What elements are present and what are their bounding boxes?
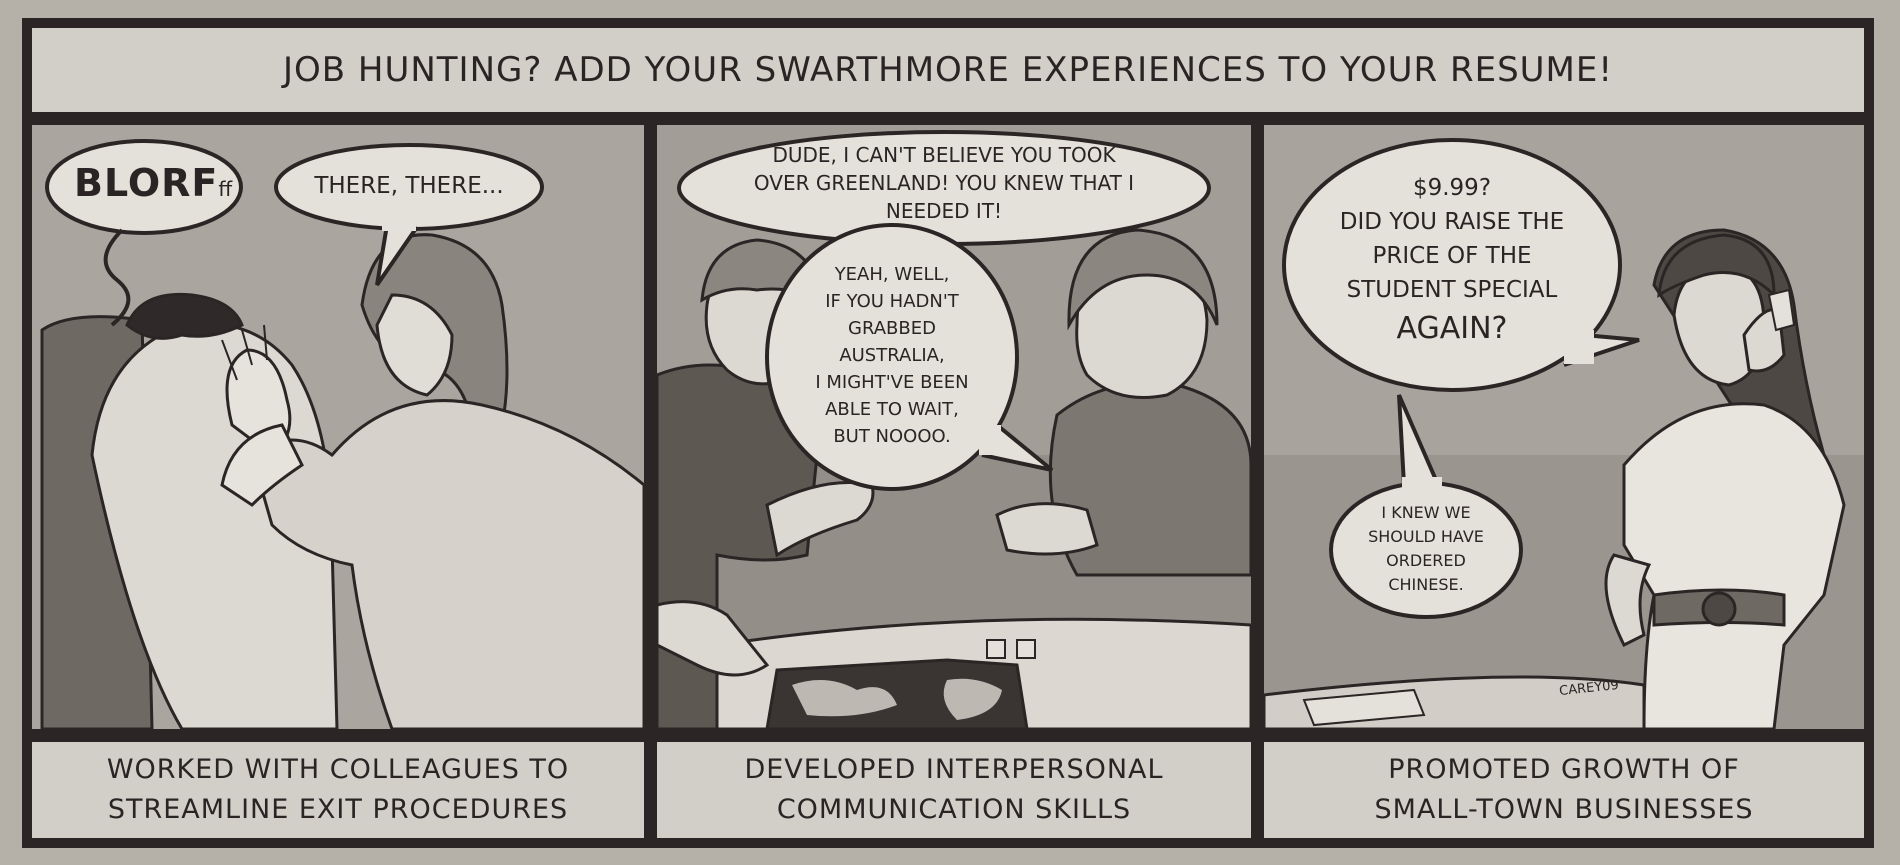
speech-line: YEAH, WELL, xyxy=(834,264,950,285)
caption-line: PROMOTED GROWTH OF xyxy=(1388,754,1740,785)
speech-line: I MIGHT'VE BEEN xyxy=(815,372,969,393)
speech-bubble-greenland: DUDE, I CAN'T BELIEVE YOU TOOK OVER GREE… xyxy=(697,141,1191,225)
speech-line: I KNEW WE xyxy=(1381,503,1471,522)
speech-bubble-price: $9.99? DID YOU RAISE THE PRICE OF THE ST… xyxy=(1284,171,1620,351)
panel-1: BLORFff THERE, THERE... xyxy=(32,125,644,729)
speech-line: CHINESE. xyxy=(1388,575,1464,594)
speech-bubble-chinese: I KNEW WE SHOULD HAVE ORDERED CHINESE. xyxy=(1341,501,1511,597)
caption-line: WORKED WITH COLLEAGUES TO xyxy=(106,754,570,785)
caption-line: DEVELOPED INTERPERSONAL xyxy=(744,754,1164,785)
caption-line: COMMUNICATION SKILLS xyxy=(776,794,1132,825)
speech-line: IF YOU HADN'T xyxy=(825,291,959,312)
speech-line: SHOULD HAVE xyxy=(1368,527,1484,546)
caption-panel-1: WORKED WITH COLLEAGUES TO STREAMLINE EXI… xyxy=(32,742,644,838)
title-banner: JOB HUNTING? ADD YOUR SWARTHMORE EXPERIE… xyxy=(32,28,1864,112)
speech-line: STUDENT SPECIAL xyxy=(1346,277,1558,303)
speech-line: GRABBED xyxy=(848,318,936,339)
speech-text: THERE, THERE... xyxy=(314,173,504,199)
speech-line: DUDE, I CAN'T BELIEVE YOU TOOK xyxy=(772,143,1116,167)
speech-line-emphasis: AGAIN? xyxy=(1396,311,1508,346)
speech-line: $9.99? xyxy=(1412,175,1492,201)
speech-line: OVER GREENLAND! YOU KNEW THAT I xyxy=(753,171,1135,195)
speech-bubble-australia: YEAH, WELL, IF YOU HADN'T GRABBED AUSTRA… xyxy=(782,261,1002,450)
comic-strip-page: JOB HUNTING? ADD YOUR SWARTHMORE EXPERIE… xyxy=(0,0,1900,865)
speech-line: ORDERED xyxy=(1386,551,1466,570)
sound-effect-text: BLORF xyxy=(74,161,219,205)
caption-line: SMALL-TOWN BUSINESSES xyxy=(1374,794,1754,825)
caption-panel-3: PROMOTED GROWTH OF SMALL-TOWN BUSINESSES xyxy=(1264,742,1864,838)
caption-line: STREAMLINE EXIT PROCEDURES xyxy=(107,794,569,825)
speech-line: ABLE TO WAIT, xyxy=(825,399,959,420)
panel-3: $9.99? DID YOU RAISE THE PRICE OF THE ST… xyxy=(1264,125,1864,729)
speech-line: AUSTRALIA, xyxy=(839,345,945,366)
caption-panel-2: DEVELOPED INTERPERSONAL COMMUNICATION SK… xyxy=(657,742,1251,838)
speech-line: DID YOU RAISE THE xyxy=(1339,209,1565,235)
sound-effect-suffix: ff xyxy=(218,177,233,201)
speech-line: PRICE OF THE xyxy=(1372,243,1532,269)
speech-line: NEEDED IT! xyxy=(885,199,1003,223)
comic-strip: JOB HUNTING? ADD YOUR SWARTHMORE EXPERIE… xyxy=(22,18,1874,848)
sound-bubble: BLORFff xyxy=(74,161,232,205)
panel-2: DUDE, I CAN'T BELIEVE YOU TOOK OVER GREE… xyxy=(657,125,1251,729)
panel-1-art xyxy=(32,125,644,729)
strip-title: JOB HUNTING? ADD YOUR SWARTHMORE EXPERIE… xyxy=(282,50,1614,90)
speech-line: BUT NOOOO. xyxy=(833,426,951,447)
speech-bubble-there: THERE, THERE... xyxy=(287,173,531,199)
